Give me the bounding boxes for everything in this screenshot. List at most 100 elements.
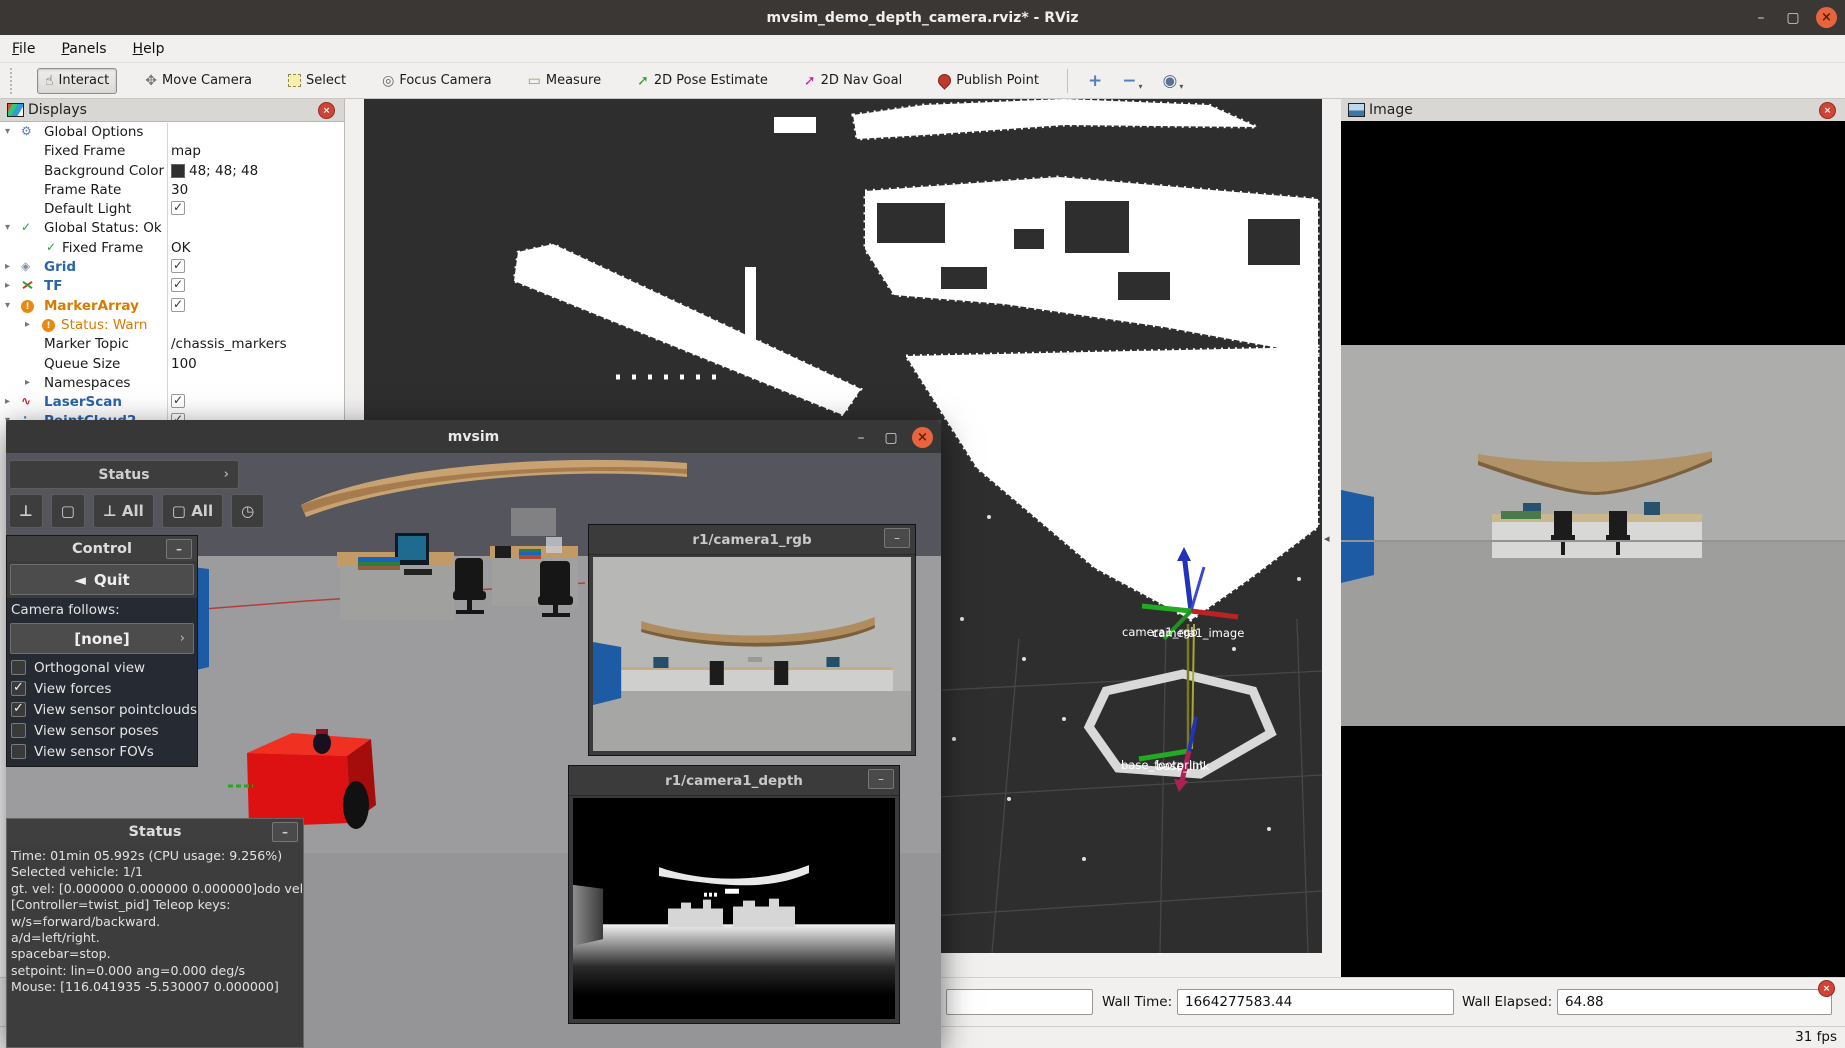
row-tf[interactable]: ▸ TF xyxy=(0,277,344,296)
expander-icon[interactable]: ▾ xyxy=(5,222,10,233)
marker-topic-value[interactable]: /chassis_markers xyxy=(171,336,287,352)
maximize-icon[interactable]: ▢ xyxy=(1784,10,1802,26)
row-grid[interactable]: ▸ ◈ Grid xyxy=(0,258,344,277)
status-minimize-icon[interactable]: – xyxy=(272,822,298,842)
window-titlebar[interactable]: mvsim_demo_depth_camera.rviz* - RViz – ▢… xyxy=(0,0,1845,35)
displays-panel-header[interactable]: Displays × xyxy=(0,99,344,122)
chevron-down-icon: ▾ xyxy=(1138,82,1142,91)
view-sensor-fovs-checkbox[interactable] xyxy=(11,744,26,759)
orthogonal-view-checkbox[interactable] xyxy=(11,660,26,675)
row-frame-rate[interactable]: Frame Rate 30 xyxy=(0,181,344,200)
option-view-sensor-poses[interactable]: View sensor poses xyxy=(7,720,197,741)
wall-time-field[interactable]: 1664277583.44 xyxy=(1177,989,1454,1015)
expander-icon[interactable]: ▾ xyxy=(5,300,10,311)
image-panel-close-icon[interactable]: × xyxy=(1819,102,1836,119)
close-icon[interactable]: × xyxy=(1816,7,1837,28)
expander-icon[interactable]: ▾ xyxy=(5,126,10,137)
minimize-icon[interactable]: – xyxy=(1752,10,1770,26)
tool-bar: ☝ Interact ✥ Move Camera Select ◎ Focus … xyxy=(0,63,1845,99)
fixed-frame-value[interactable]: map xyxy=(171,143,201,159)
grid-checkbox[interactable] xyxy=(171,259,185,273)
row-global-options[interactable]: ▾ ⚙ Global Options xyxy=(0,123,344,142)
panel-splitter[interactable]: ◂ xyxy=(1322,99,1341,977)
nav-goal-tool-button[interactable]: ➚ 2D Nav Goal xyxy=(796,68,910,94)
mvsim-maximize-icon[interactable]: ▢ xyxy=(882,430,900,446)
mvsim-minimize-button[interactable]: ⊥ xyxy=(9,494,43,528)
laser-scan-checkbox[interactable] xyxy=(171,394,185,408)
row-laser-scan[interactable]: ▸ ∿ LaserScan xyxy=(0,393,344,412)
time-panel-close-icon[interactable]: × xyxy=(1818,980,1835,997)
row-global-status[interactable]: ▾ ✓ Global Status: Ok xyxy=(0,219,344,238)
mvsim-status-dropdown[interactable]: Status › xyxy=(9,460,239,489)
queue-size-value[interactable]: 100 xyxy=(171,356,197,372)
control-minimize-icon[interactable]: – xyxy=(166,539,192,559)
control-panel-header[interactable]: Control – xyxy=(7,536,197,561)
option-orthogonal-view[interactable]: Orthogonal view xyxy=(7,657,197,678)
wall-elapsed-field[interactable]: 64.88 xyxy=(1557,989,1832,1015)
measure-tool-button[interactable]: ▭ Measure xyxy=(520,68,609,94)
row-marker-array[interactable]: ▾ ! MarkerArray xyxy=(0,297,344,316)
camera-rgb-titlebar[interactable]: r1/camera1_rgb – xyxy=(589,525,915,555)
option-view-sensor-fovs[interactable]: View sensor FOVs xyxy=(7,741,197,762)
toolbar-grip xyxy=(10,68,17,94)
menu-panels[interactable]: Panels xyxy=(61,41,106,57)
add-tool-button[interactable]: + xyxy=(1088,71,1102,91)
remove-tool-button[interactable]: −▾ xyxy=(1122,71,1142,91)
background-color-value[interactable]: 48; 48; 48 xyxy=(171,163,258,179)
mvsim-titlebar[interactable]: mvsim – ▢ × xyxy=(6,420,941,454)
expander-icon[interactable]: ▸ xyxy=(25,319,30,330)
expander-icon[interactable]: ▸ xyxy=(5,280,10,291)
rviz-application: mvsim_demo_depth_camera.rviz* - RViz – ▢… xyxy=(0,0,1845,1048)
displays-close-icon[interactable]: × xyxy=(318,102,335,119)
row-namespaces[interactable]: ▸ Namespaces xyxy=(0,374,344,393)
view-sensor-pointclouds-checkbox[interactable] xyxy=(11,702,26,717)
mvsim-opacity-button[interactable]: ◷ xyxy=(231,494,264,528)
camera-rgb-window[interactable]: r1/camera1_rgb – xyxy=(588,524,916,756)
tool-label: 2D Pose Estimate xyxy=(654,73,768,88)
menu-file[interactable]: File xyxy=(12,41,35,57)
menu-help[interactable]: Help xyxy=(133,41,165,57)
row-queue-size[interactable]: Queue Size 100 xyxy=(0,355,344,374)
default-light-checkbox[interactable] xyxy=(171,201,185,215)
publish-point-tool-button[interactable]: Publish Point xyxy=(930,68,1047,93)
camera-depth-minimize-icon[interactable]: – xyxy=(868,769,894,789)
expander-icon[interactable]: ▸ xyxy=(5,261,10,272)
tf-checkbox[interactable] xyxy=(171,278,185,292)
camera-rgb-minimize-icon[interactable]: – xyxy=(884,528,910,548)
camera-follows-dropdown[interactable]: [none] › xyxy=(10,623,194,654)
option-view-forces[interactable]: View forces xyxy=(7,678,197,699)
row-status-warn[interactable]: ▸ ! Status: Warn xyxy=(0,316,344,335)
quit-button[interactable]: ◄ Quit xyxy=(10,564,194,595)
image-panel-header[interactable]: Image × xyxy=(1341,99,1845,122)
select-tool-button[interactable]: Select xyxy=(280,68,354,93)
row-marker-topic[interactable]: Marker Topic /chassis_markers xyxy=(0,335,344,354)
mvsim-window[interactable]: mvsim – ▢ × xyxy=(6,420,941,1048)
mvsim-minimize-icon[interactable]: – xyxy=(852,430,870,446)
mvsim-restore-button[interactable]: ▢ xyxy=(51,494,85,528)
expander-icon[interactable]: ▸ xyxy=(5,396,10,407)
row-fixed-frame-status[interactable]: ✓ Fixed Frame OK xyxy=(0,239,344,258)
status-panel-header[interactable]: Status – xyxy=(7,819,303,844)
time-field[interactable] xyxy=(946,989,1093,1015)
collapse-arrow-icon[interactable]: ◂ xyxy=(1324,532,1330,545)
view-sensor-poses-checkbox[interactable] xyxy=(11,723,26,738)
mvsim-restore-all-button[interactable]: ▢ All xyxy=(162,494,223,528)
pose-estimate-tool-button[interactable]: ➚ 2D Pose Estimate xyxy=(629,68,776,94)
row-fixed-frame[interactable]: Fixed Frame map xyxy=(0,142,344,161)
camera-depth-window[interactable]: r1/camera1_depth – xyxy=(568,765,900,1024)
camera-depth-titlebar[interactable]: r1/camera1_depth – xyxy=(569,766,899,796)
focus-camera-tool-button[interactable]: ◎ Focus Camera xyxy=(374,68,500,94)
option-view-sensor-pointclouds[interactable]: View sensor pointclouds xyxy=(7,699,197,720)
mvsim-minimize-all-button[interactable]: ⊥ All xyxy=(93,494,154,528)
view-forces-checkbox[interactable] xyxy=(11,681,26,696)
row-default-light[interactable]: Default Light xyxy=(0,200,344,219)
marker-array-checkbox[interactable] xyxy=(171,298,185,312)
expander-icon[interactable]: ▸ xyxy=(25,377,30,388)
view-tool-button[interactable]: ◉▾ xyxy=(1162,71,1183,91)
mvsim-close-icon[interactable]: × xyxy=(912,427,933,448)
interact-tool-button[interactable]: ☝ Interact xyxy=(37,68,117,94)
frame-rate-value[interactable]: 30 xyxy=(171,182,188,198)
row-background-color[interactable]: Background Color 48; 48; 48 xyxy=(0,162,344,181)
back-arrow-icon: ◄ xyxy=(74,571,86,589)
move-camera-tool-button[interactable]: ✥ Move Camera xyxy=(137,68,260,94)
